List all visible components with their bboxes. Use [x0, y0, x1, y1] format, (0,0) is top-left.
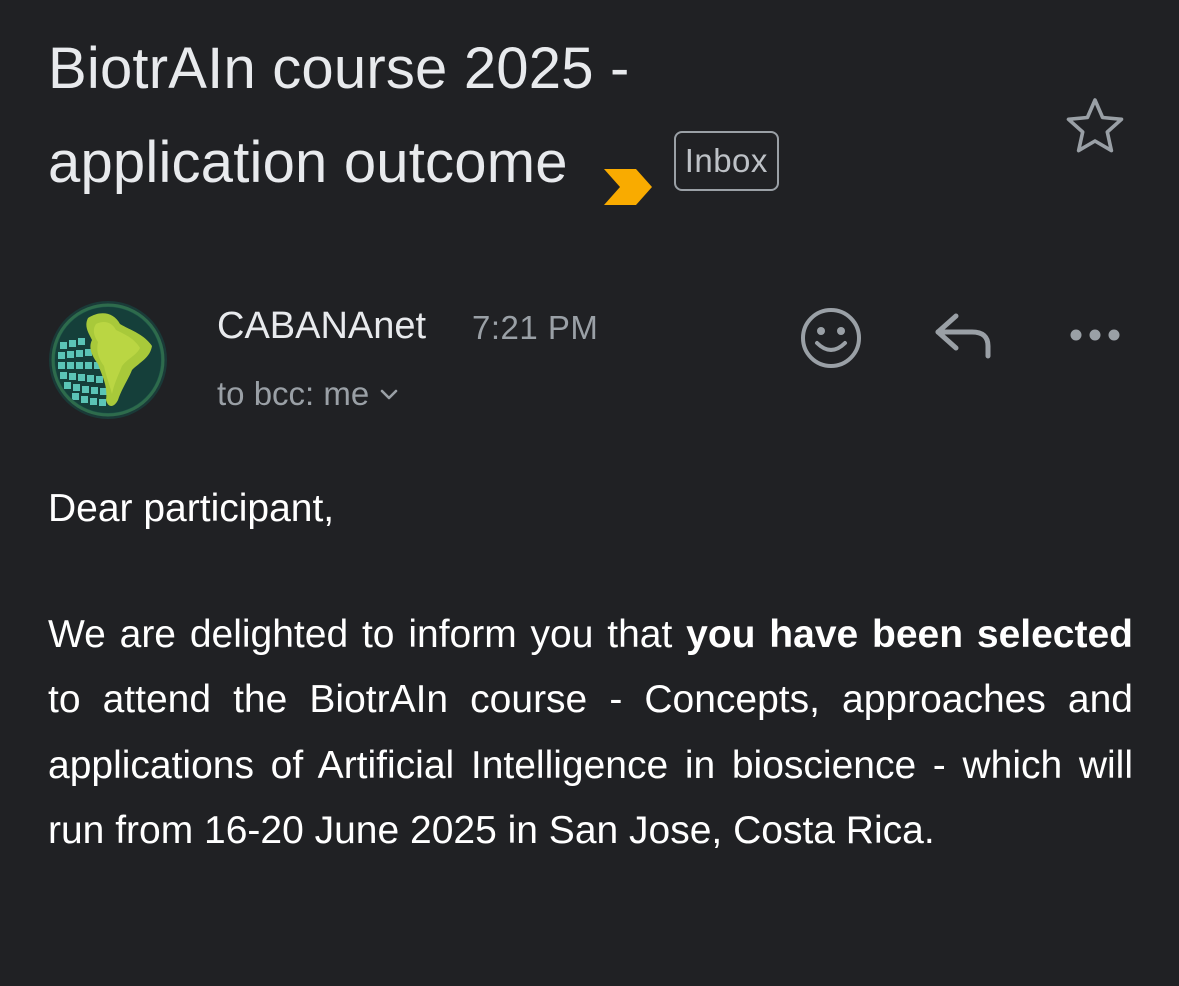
importance-marker-icon[interactable]: [602, 141, 654, 205]
reply-arrow-icon: [935, 313, 991, 359]
body-paragraph: We are delighted to inform you that you …: [48, 602, 1133, 864]
reply-button[interactable]: [930, 310, 994, 362]
recipient-label: to bcc: me: [217, 375, 370, 412]
timestamp: 7:21 PM: [472, 309, 599, 346]
greeting: Dear participant,: [48, 487, 335, 530]
body-text-part1: We are delighted to inform you that: [48, 612, 687, 656]
emoji-smile-icon: [801, 308, 861, 368]
email-body: Dear participant, We are delighted to in…: [48, 476, 1133, 864]
more-options-button[interactable]: [1068, 320, 1122, 350]
globe-logo-icon: [49, 301, 167, 419]
star-icon[interactable]: [1064, 97, 1126, 155]
more-horizontal-icon: [1070, 329, 1120, 341]
body-text-part2: to attend the BiotrAIn course - Concepts…: [48, 678, 1133, 852]
subject-line-1: BiotrAIn course 2025 -: [48, 36, 630, 101]
emoji-reaction-button[interactable]: [798, 305, 864, 371]
recipient-details-toggle[interactable]: to bcc: me: [217, 375, 399, 413]
sender-name[interactable]: CABANAnet: [217, 305, 426, 348]
chevron-down-icon: [380, 389, 398, 400]
email-subject: BiotrAIn course 2025 - application outco…: [48, 22, 1048, 210]
inbox-label-chip[interactable]: Inbox: [673, 130, 779, 191]
avatar[interactable]: [48, 300, 168, 420]
subject-line-2: application outcome: [48, 130, 568, 195]
body-bold-selected: you have been selected: [686, 612, 1133, 656]
